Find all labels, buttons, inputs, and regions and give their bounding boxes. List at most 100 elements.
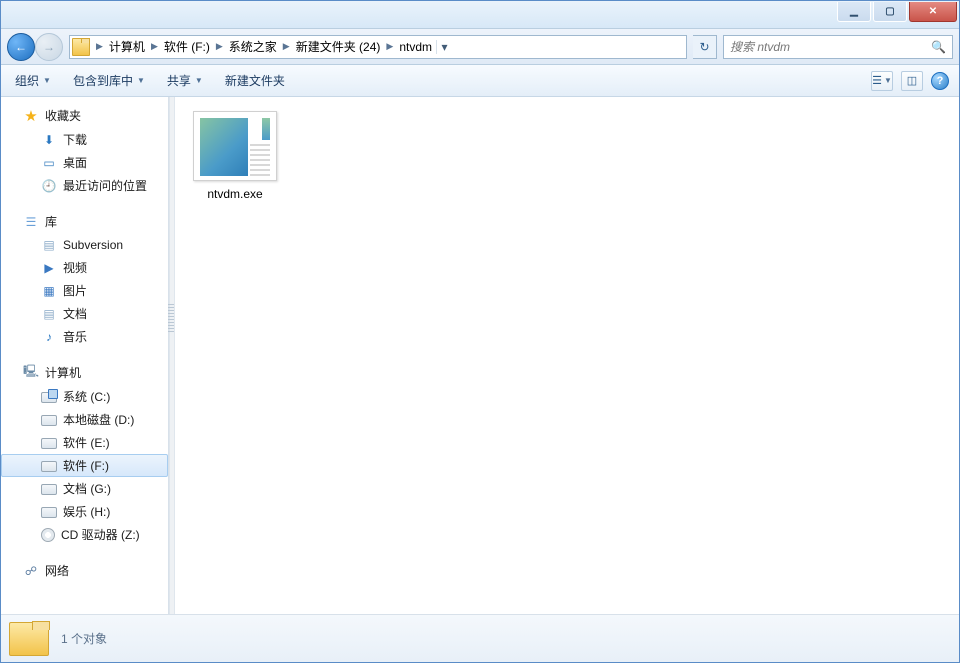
breadcrumb[interactable]: 计算机 bbox=[105, 38, 149, 55]
sidebar-item-label: 娱乐 (H:) bbox=[63, 503, 110, 520]
sidebar-item-videos[interactable]: ▶视频 bbox=[1, 256, 168, 279]
libraries-icon: ☰ bbox=[23, 214, 39, 230]
sidebar-item-drive-d[interactable]: 本地磁盘 (D:) bbox=[1, 408, 168, 431]
sidebar-item-drive-e[interactable]: 软件 (E:) bbox=[1, 431, 168, 454]
sidebar-item-label: 最近访问的位置 bbox=[63, 177, 147, 194]
minimize-icon: ▁ bbox=[850, 6, 858, 17]
chevron-down-icon: ▼ bbox=[137, 76, 145, 85]
forward-icon: → bbox=[43, 40, 55, 54]
breadcrumb[interactable]: 软件 (F:) bbox=[160, 38, 214, 55]
toolbar: 组织 ▼ 包含到库中 ▼ 共享 ▼ 新建文件夹 ☰▼ ◫ ? bbox=[1, 65, 959, 97]
drive-icon bbox=[41, 484, 57, 495]
view-options-button[interactable]: ☰▼ bbox=[871, 71, 893, 91]
sidebar-item-drive-c[interactable]: 系统 (C:) bbox=[1, 385, 168, 408]
network-header[interactable]: ☍ 网络 bbox=[1, 560, 168, 583]
sidebar-item-music[interactable]: ♪ 音乐 bbox=[1, 325, 168, 348]
refresh-icon: ↻ bbox=[699, 40, 709, 54]
breadcrumb[interactable]: 系统之家 bbox=[225, 38, 281, 55]
sidebar-item-label: 图片 bbox=[63, 282, 87, 299]
file-item[interactable]: ntvdm.exe bbox=[187, 107, 283, 205]
recent-icon: 🕘 bbox=[41, 178, 57, 194]
include-label: 包含到库中 bbox=[73, 72, 133, 89]
sidebar-item-drive-z[interactable]: CD 驱动器 (Z:) bbox=[1, 523, 168, 546]
drive-icon bbox=[41, 438, 57, 449]
desktop-icon: ▭ bbox=[41, 155, 57, 171]
help-button[interactable]: ? bbox=[931, 72, 949, 90]
content-pane[interactable]: ntvdm.exe bbox=[177, 97, 959, 614]
titlebar: ▁ ▢ ✕ bbox=[1, 1, 959, 29]
preview-pane-button[interactable]: ◫ bbox=[901, 71, 923, 91]
chevron-down-icon: ▼ bbox=[195, 76, 203, 85]
sidebar-item-desktop[interactable]: ▭桌面 bbox=[1, 151, 168, 174]
status-bar: 1 个对象 bbox=[1, 614, 959, 662]
sidebar-item-label: 本地磁盘 (D:) bbox=[63, 411, 134, 428]
computer-icon: 🖳 bbox=[23, 365, 39, 381]
breadcrumb[interactable]: ntvdm bbox=[395, 40, 436, 54]
share-label: 共享 bbox=[167, 72, 191, 89]
search-placeholder: 搜索 ntvdm bbox=[730, 38, 790, 55]
sidebar-item-label: 视频 bbox=[63, 259, 87, 276]
refresh-button[interactable]: ↻ bbox=[693, 35, 717, 59]
downloads-icon: ⬇ bbox=[41, 132, 57, 148]
document-icon: ▤ bbox=[41, 306, 57, 322]
chevron-right-icon: ▶ bbox=[149, 41, 160, 52]
window-maximize-button[interactable]: ▢ bbox=[873, 2, 907, 22]
network-label: 网络 bbox=[45, 562, 69, 579]
computer-header[interactable]: 🖳计算机 bbox=[1, 362, 168, 385]
sidebar-item-documents[interactable]: ▤文档 bbox=[1, 302, 168, 325]
status-text: 1 个对象 bbox=[61, 630, 107, 647]
back-icon: ← bbox=[15, 40, 27, 54]
nav-forward-button[interactable]: → bbox=[35, 33, 63, 61]
address-dropdown-button[interactable]: ▾ bbox=[436, 40, 452, 54]
system-drive-icon bbox=[41, 392, 57, 403]
include-in-library-button[interactable]: 包含到库中 ▼ bbox=[69, 69, 149, 92]
sidebar-item-label: 系统 (C:) bbox=[63, 388, 110, 405]
organize-label: 组织 bbox=[15, 72, 39, 89]
chevron-right-icon: ▶ bbox=[214, 41, 225, 52]
sidebar-item-pictures[interactable]: ▦ 图片 bbox=[1, 279, 168, 302]
chevron-down-icon: ▼ bbox=[43, 76, 51, 85]
favorites-header[interactable]: ★ 收藏夹 bbox=[1, 105, 168, 128]
window-minimize-button[interactable]: ▁ bbox=[837, 2, 871, 22]
maximize-icon: ▢ bbox=[885, 6, 894, 17]
drive-icon bbox=[41, 461, 57, 472]
share-button[interactable]: 共享 ▼ bbox=[163, 69, 207, 92]
libraries-header[interactable]: ☰库 bbox=[1, 211, 168, 234]
sidebar-item-subversion[interactable]: ▤ Subversion bbox=[1, 234, 168, 256]
sidebar-item-label: 软件 (E:) bbox=[63, 434, 110, 451]
sidebar-item-label: 下载 bbox=[63, 131, 87, 148]
drive-icon bbox=[41, 415, 57, 426]
star-icon: ★ bbox=[23, 108, 39, 124]
favorites-label: 收藏夹 bbox=[45, 107, 81, 124]
breadcrumb[interactable]: 新建文件夹 (24) bbox=[292, 38, 385, 55]
folder-icon bbox=[9, 622, 49, 656]
sidebar-item-downloads[interactable]: ⬇ 下载 bbox=[1, 128, 168, 151]
picture-icon: ▦ bbox=[41, 283, 57, 299]
music-icon: ♪ bbox=[41, 329, 57, 345]
file-icon: ▤ bbox=[41, 237, 57, 253]
sidebar-item-label: CD 驱动器 (Z:) bbox=[61, 526, 140, 543]
nav-back-button[interactable]: ← bbox=[7, 33, 35, 61]
search-icon: 🔍 bbox=[931, 40, 946, 54]
sidebar-item-label: Subversion bbox=[63, 238, 123, 252]
chevron-right-icon: ▶ bbox=[94, 41, 105, 52]
new-folder-button[interactable]: 新建文件夹 bbox=[221, 69, 289, 92]
file-label: ntvdm.exe bbox=[207, 187, 262, 201]
search-input[interactable]: 搜索 ntvdm 🔍 bbox=[723, 35, 953, 59]
sidebar-item-label: 音乐 bbox=[63, 328, 87, 345]
file-thumbnail-icon bbox=[193, 111, 277, 181]
sidebar-item-drive-g[interactable]: 文档 (G:) bbox=[1, 477, 168, 500]
sidebar-item-recent[interactable]: 🕘 最近访问的位置 bbox=[1, 174, 168, 197]
navbar: ← → ▶ 计算机 ▶ 软件 (F:) ▶ 系统之家 ▶ 新建文件夹 (24) … bbox=[1, 29, 959, 65]
sidebar-item-label: 软件 (F:) bbox=[63, 457, 109, 474]
navigation-pane[interactable]: ★ 收藏夹 ⬇ 下载 ▭桌面 🕘 最近访问的位置 ☰库 ▤ Subversion ▶视频… bbox=[1, 97, 169, 614]
folder-icon bbox=[72, 38, 90, 56]
sidebar-item-drive-h[interactable]: 娱乐 (H:) bbox=[1, 500, 168, 523]
new-folder-label: 新建文件夹 bbox=[225, 72, 285, 89]
organize-button[interactable]: 组织 ▼ bbox=[11, 69, 55, 92]
sidebar-item-drive-f[interactable]: 软件 (F:) bbox=[1, 454, 168, 477]
window-close-button[interactable]: ✕ bbox=[909, 2, 957, 22]
network-icon: ☍ bbox=[23, 563, 39, 579]
pane-resizer[interactable] bbox=[169, 97, 177, 614]
address-bar[interactable]: ▶ 计算机 ▶ 软件 (F:) ▶ 系统之家 ▶ 新建文件夹 (24) ▶ nt… bbox=[69, 35, 687, 59]
